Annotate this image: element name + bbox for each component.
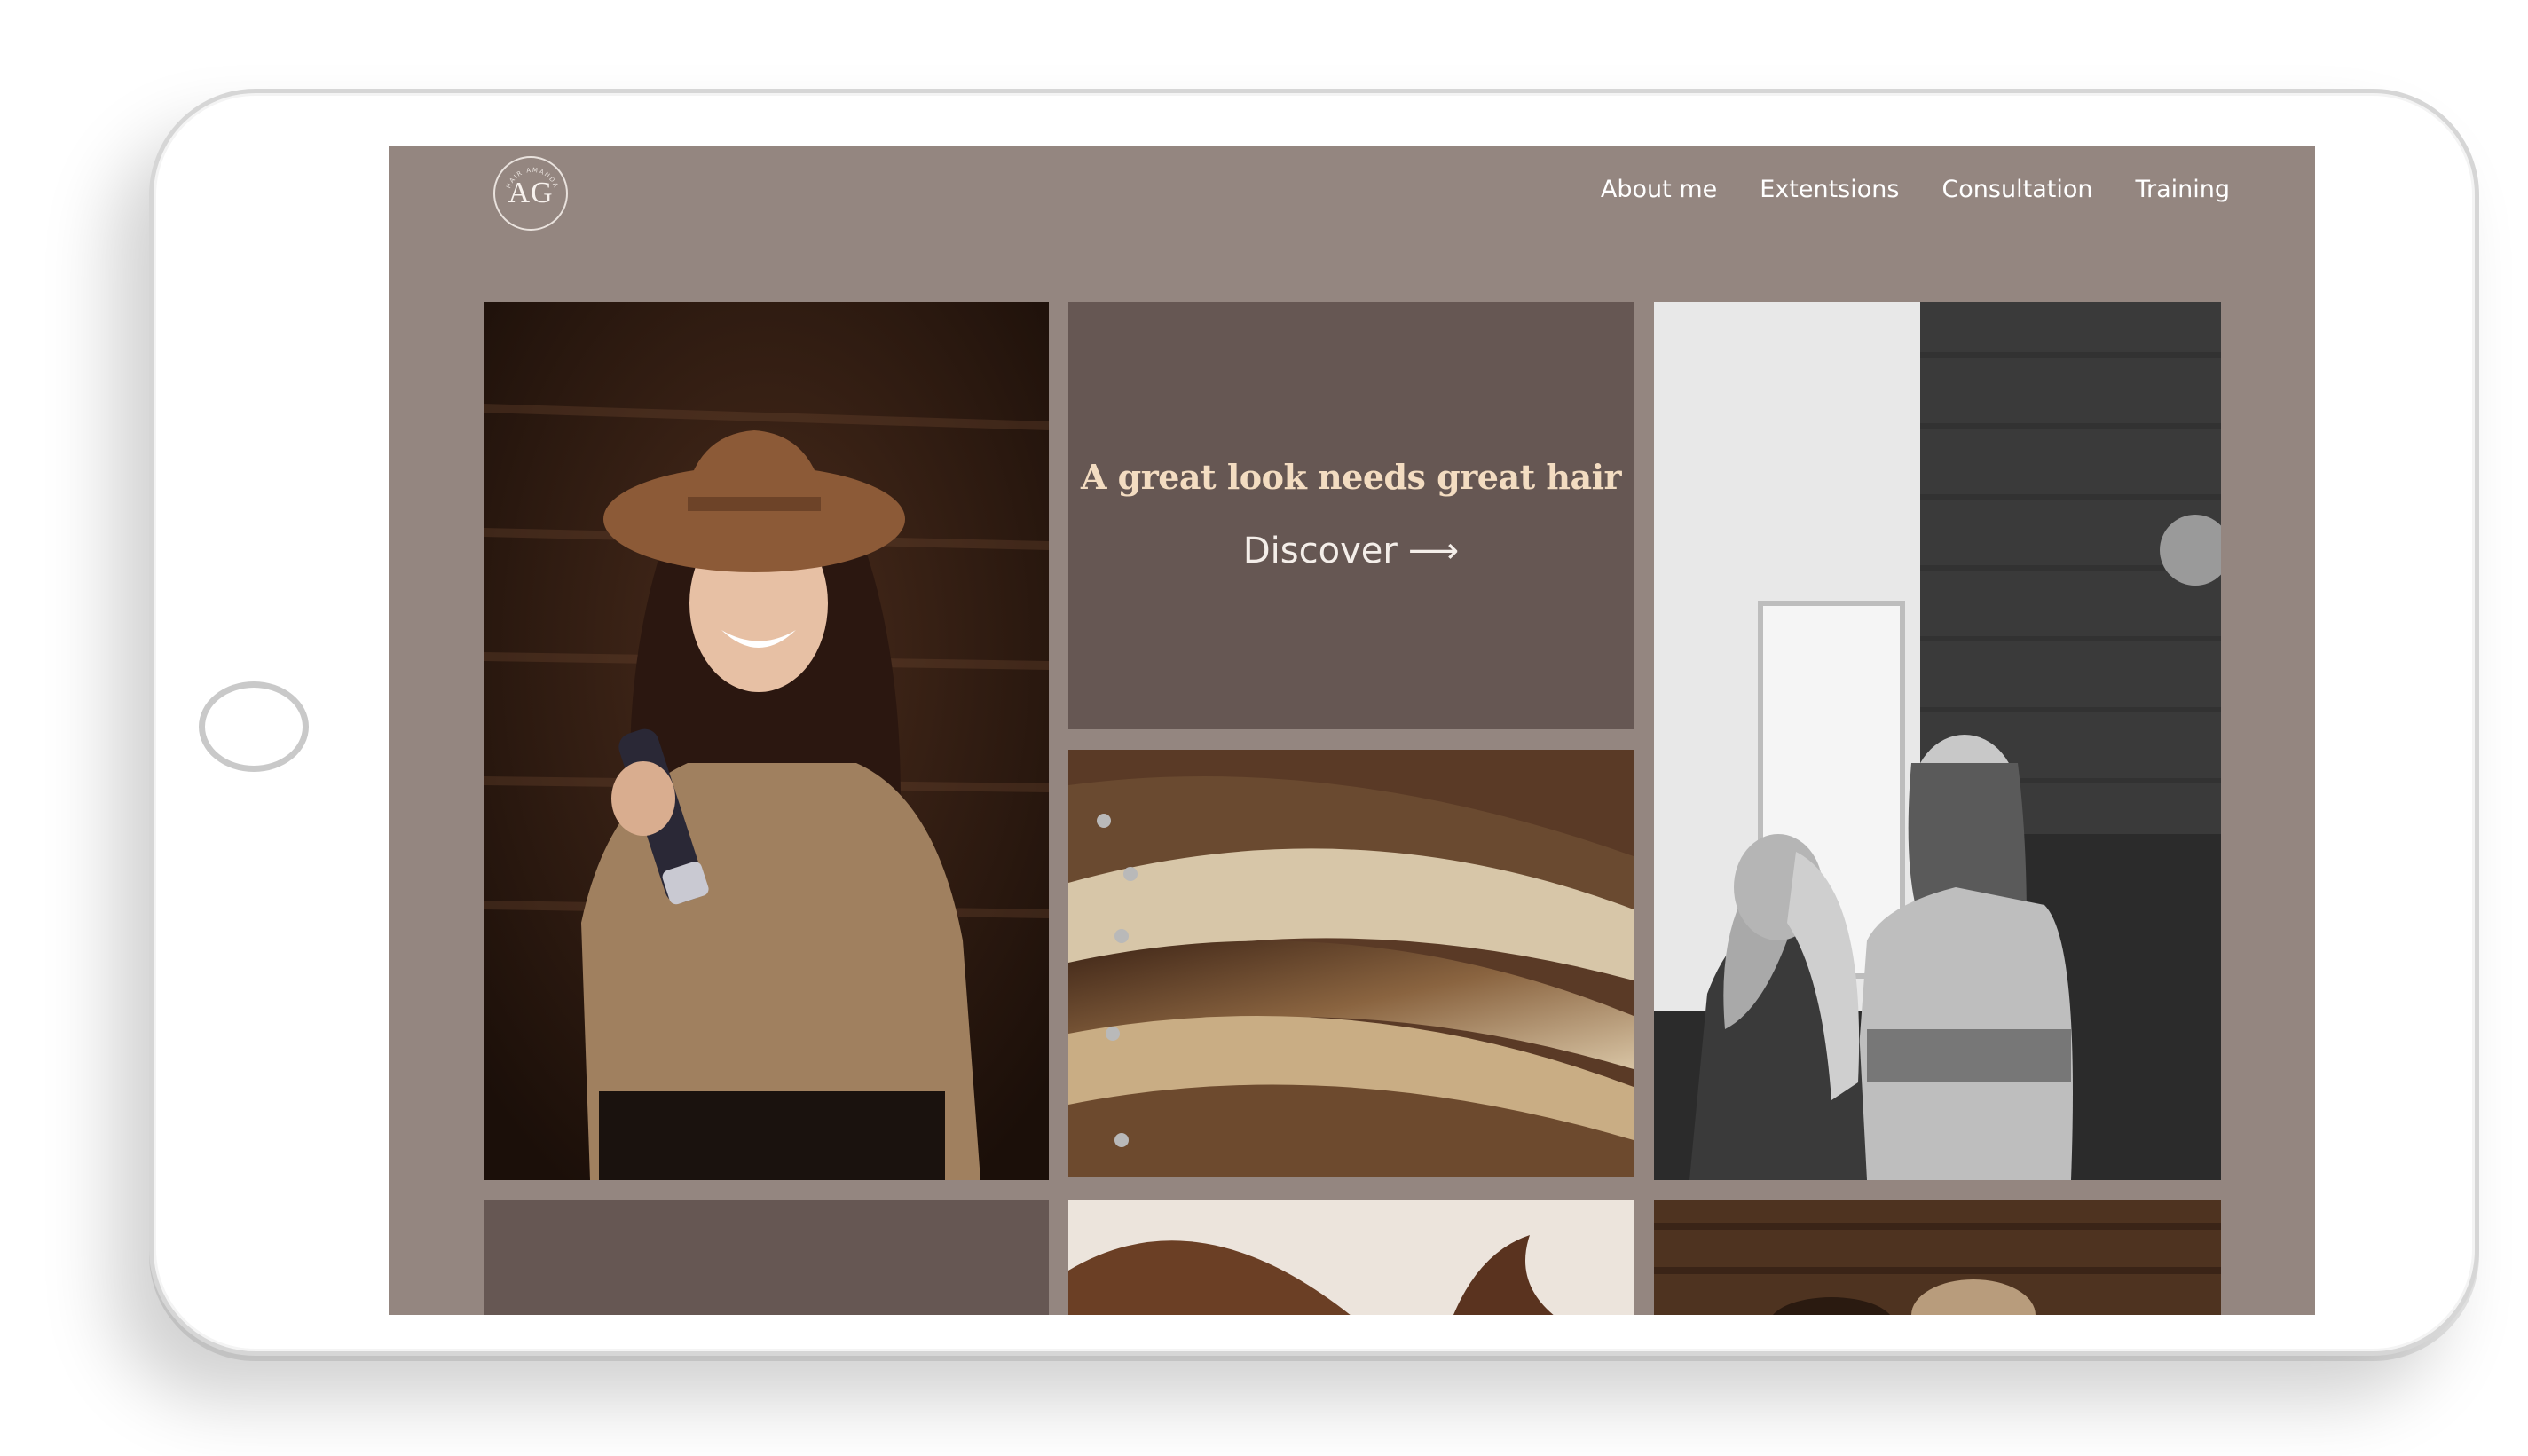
nav-item-about-me[interactable]: About me (1601, 176, 1717, 203)
discover-label: Discover (1242, 531, 1398, 571)
device-mockup-scene: HAIR AMANDA AG About me Extentsions Cons… (0, 0, 2528, 1456)
bottom-left-tile (484, 1200, 1049, 1315)
nav-item-consultation[interactable]: Consultation (1941, 176, 2092, 203)
stylist-photo (1654, 302, 2221, 1180)
hair-extensions-photo-tile (1068, 750, 1634, 1177)
hair-extensions-photo (1068, 750, 1634, 1177)
tablet-home-button (199, 681, 309, 772)
portrait-photo-tile (484, 302, 1049, 1180)
hero-text-tile: A great look needs great hair Discover ⟶ (1068, 302, 1634, 729)
nav-item-extensions[interactable]: Extentsions (1760, 176, 1899, 203)
brand-logo[interactable]: HAIR AMANDA AG (493, 156, 568, 231)
portrait-photo (484, 302, 1049, 1180)
stylist-photo-tile (1654, 302, 2221, 1180)
hair-closeup-photo (1068, 1200, 1634, 1315)
salon-photo (1654, 1200, 2221, 1315)
website-screen: HAIR AMANDA AG About me Extentsions Cons… (389, 146, 2315, 1315)
discover-link[interactable]: Discover ⟶ (1068, 531, 1634, 571)
bottom-right-photo-tile (1654, 1200, 2221, 1315)
hero-heading: A great look needs great hair (1080, 457, 1622, 497)
bottom-middle-photo-tile (1068, 1200, 1634, 1315)
arrow-right-icon: ⟶ (1407, 531, 1460, 571)
logo-letters: AG (508, 177, 554, 209)
nav-item-training[interactable]: Training (2135, 176, 2230, 203)
main-navigation: About me Extentsions Consultation Traini… (1601, 176, 2230, 203)
